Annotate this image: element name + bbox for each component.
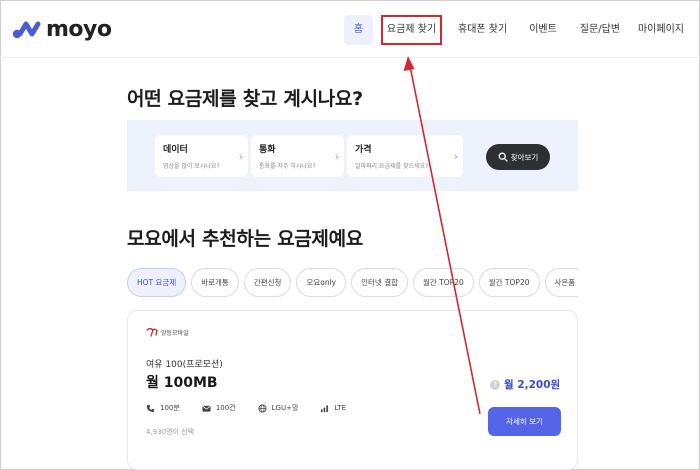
filter-panel: 데이터 영상을 많이 보시나요? › 통화 통화를 자주 하시나요? › 가격 … <box>127 120 578 191</box>
detail-button[interactable]: 자세히 보기 <box>488 407 561 436</box>
filter-call-title: 통화 <box>259 145 276 155</box>
help-icon[interactable]: ? <box>490 379 500 390</box>
spec-network-value: LGU+망 <box>271 404 299 412</box>
tab-easy-apply[interactable]: 간편신청 <box>243 268 292 297</box>
plan-name: 여유 100(프로모션) <box>146 360 223 370</box>
search-button-label: 찾아보기 <box>510 152 539 162</box>
plan-data-amount: 월 100MB <box>146 375 218 391</box>
globe-icon <box>258 403 267 413</box>
tab-monthly-top20-a[interactable]: 월간 TOP20 <box>413 268 474 297</box>
search-button[interactable]: 찾아보기 <box>486 144 550 170</box>
phone-icon <box>146 404 155 412</box>
nav-find-phone[interactable]: 휴대폰 찾기 <box>458 15 507 45</box>
header: moyo 홈 요금제 찾기 휴대폰 찾기 이벤트 질문/답변 마이페이지 <box>0 0 700 58</box>
plan-specs: 100분 100건 LGU+망 LTE <box>146 403 368 413</box>
tab-gifts[interactable]: 사은품 가득 <box>544 268 578 297</box>
search-icon <box>498 152 508 162</box>
filter-call-card[interactable]: 통화 통화를 자주 하시나요? › <box>251 135 344 177</box>
spec-voice-value: 100분 <box>160 404 180 412</box>
spec-tech: LTE <box>320 404 346 413</box>
mail-icon <box>202 405 211 412</box>
tab-moyo-only[interactable]: 모요only <box>296 268 347 297</box>
filter-data-title: 데이터 <box>163 145 188 155</box>
nav-event[interactable]: 이벤트 <box>529 15 557 45</box>
logo[interactable]: moyo <box>12 16 112 42</box>
top-nav: 홈 요금제 찾기 휴대폰 찾기 이벤트 질문/답변 마이페이지 <box>344 15 684 45</box>
spec-network: LGU+망 <box>258 403 299 413</box>
signal-icon <box>321 404 329 412</box>
nav-mypage[interactable]: 마이페이지 <box>638 15 684 45</box>
nav-find-plan[interactable]: 요금제 찾기 <box>381 15 442 45</box>
carrier-name: 앙등모바일 <box>161 329 189 337</box>
chevron-right-icon: › <box>334 150 339 163</box>
tab-internet-bundle[interactable]: 인터넷 결합 <box>351 268 408 297</box>
spec-sms: 100건 <box>202 403 236 413</box>
filter-data-card[interactable]: 데이터 영상을 많이 보시나요? › <box>155 135 248 177</box>
selection-count: 4,930명이 선택 <box>146 428 195 436</box>
tab-monthly-top20-b[interactable]: 월간 TOP20 <box>478 268 540 297</box>
carrier-logo-icon <box>146 327 158 337</box>
logo-text: moyo <box>46 16 112 42</box>
carrier: 앙등모바일 <box>146 327 189 337</box>
plan-price-value: 월 2,200원 <box>504 379 561 391</box>
filter-call-subtitle: 통화를 자주 하시나요? <box>259 163 316 170</box>
chevron-right-icon: › <box>238 150 243 163</box>
plan-price: ? 월 2,200원 <box>490 377 560 392</box>
plan-card[interactable]: 앙등모바일 여유 100(프로모션) 월 100MB 100분 100건 LGU… <box>127 310 578 470</box>
spec-sms-value: 100건 <box>215 404 236 412</box>
moyo-logo-icon <box>12 21 41 39</box>
nav-qna[interactable]: 질문/답변 <box>580 15 620 45</box>
filter-price-subtitle: 얼마짜리 요금제를 찾으세요? <box>355 163 429 170</box>
tab-instant-open[interactable]: 바로개통 <box>191 268 239 297</box>
spec-voice: 100분 <box>146 403 180 413</box>
chevron-right-icon: › <box>453 150 458 163</box>
filter-price-title: 가격 <box>355 145 372 155</box>
section-title-recommend: 모요에서 추천하는 요금제예요 <box>127 228 363 250</box>
section-title-find-plan: 어떤 요금제를 찾고 계시나요? <box>127 88 363 110</box>
plan-category-tabs: HOT 요금제 바로개통 간편신청 모요only 인터넷 결합 월간 TOP20… <box>127 268 578 298</box>
spec-tech-value: LTE <box>334 404 347 412</box>
nav-home[interactable]: 홈 <box>344 15 373 45</box>
filter-data-subtitle: 영상을 많이 보시나요? <box>163 163 220 170</box>
tab-hot[interactable]: HOT 요금제 <box>127 268 187 297</box>
filter-price-card[interactable]: 가격 얼마짜리 요금제를 찾으세요? › <box>347 135 463 177</box>
